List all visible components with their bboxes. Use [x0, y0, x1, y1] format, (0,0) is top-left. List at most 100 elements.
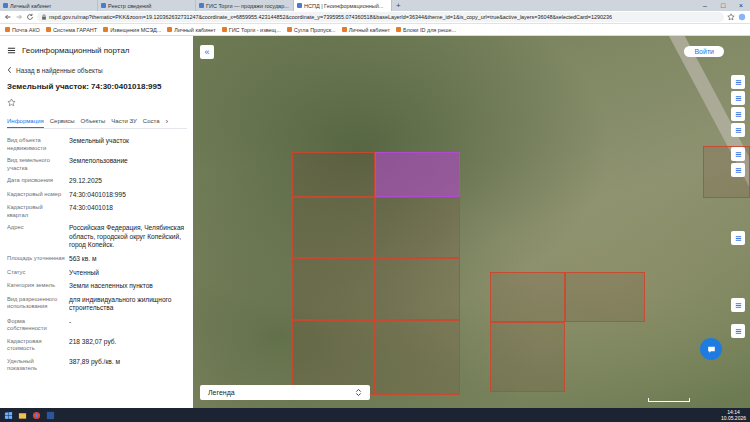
map[interactable]: « Войти Легенда: [193, 36, 750, 408]
window-control-button[interactable]: –: [696, 0, 714, 11]
land-parcel[interactable]: [490, 272, 565, 322]
bookmark-favicon-icon: [5, 27, 10, 32]
bookmark-star-icon[interactable]: [727, 13, 735, 21]
window-control-button[interactable]: □: [714, 0, 732, 11]
tabs-scroll-button[interactable]: ›: [166, 117, 169, 128]
browser-tab-label: Личный кабинет: [10, 3, 51, 9]
back-arrow-icon[interactable]: [4, 13, 12, 21]
field-row: СтатусУчтенный: [7, 269, 187, 278]
panel-tab[interactable]: Части ЗУ: [111, 116, 136, 128]
browser-tab-label: ГИС Торги — продажи государ...: [206, 3, 289, 9]
land-parcel[interactable]: [490, 322, 565, 392]
favicon-icon: [297, 3, 302, 8]
object-title: Земельный участок: 74:30:0401018:995: [7, 82, 187, 91]
land-parcel[interactable]: [292, 197, 375, 258]
browser-tab-label: Реестр сведений: [108, 3, 151, 9]
browser-tab[interactable]: Реестр сведений: [98, 0, 196, 11]
map-tool-icon: [734, 327, 743, 336]
browser-tab-label: НСПД | Геоинформационный...: [304, 3, 383, 9]
menu-icon[interactable]: [7, 46, 16, 55]
map-tool-button[interactable]: [731, 123, 745, 137]
map-tool-button[interactable]: [731, 298, 745, 312]
clock[interactable]: 14:1410.05.2026: [721, 409, 746, 421]
bookmark[interactable]: Почта АКО: [5, 27, 40, 33]
field-row: Вид земельного участка Землепользование: [7, 157, 187, 172]
field-row: Вид разрешенного использованиядля индиви…: [7, 296, 187, 313]
windows-start-icon[interactable]: [4, 411, 13, 420]
tab-bar-spacer: [405, 0, 696, 11]
forward-arrow-icon[interactable]: [15, 13, 23, 21]
taskbar: 14:1410.05.2026: [0, 408, 750, 422]
field-label: Кадастровый номер: [7, 191, 65, 200]
field-row: АдресРоссийская Федерация, Челябинская о…: [7, 224, 187, 250]
legend-panel[interactable]: Легенда: [200, 385, 370, 400]
field-row: Кадастровый номер74:30:0401018:995: [7, 191, 187, 200]
bookmark-favicon-icon: [46, 27, 51, 32]
favorite-star-icon[interactable]: [7, 98, 16, 107]
bookmark[interactable]: Сугла Пропуск...: [287, 27, 336, 33]
panel-tab[interactable]: Объекты: [81, 116, 106, 128]
bookmark[interactable]: Система ГАРАНТ: [46, 27, 97, 33]
field-value: 387,89 руб./кв. м: [69, 358, 187, 373]
land-parcel[interactable]: [375, 320, 460, 395]
field-value: Учтенный: [69, 269, 187, 278]
bookmark-favicon-icon: [342, 27, 347, 32]
panel-tab[interactable]: Соста: [143, 116, 160, 128]
profile-icon[interactable]: [738, 13, 746, 21]
field-value: Землепользование: [69, 157, 187, 172]
browser-tab[interactable]: НСПД | Геоинформационный...: [294, 0, 392, 11]
chat-button[interactable]: [700, 338, 722, 360]
map-tool-button[interactable]: [731, 324, 745, 338]
bookmark[interactable]: Блоки ID для реше...: [396, 27, 456, 33]
field-value: Земли населенных пунктов: [69, 282, 187, 291]
back-link[interactable]: Назад в найденные объекты: [7, 66, 187, 74]
chrome-icon[interactable]: [32, 411, 41, 420]
bookmark[interactable]: ГИС Торги - извещ...: [222, 27, 281, 33]
explorer-icon[interactable]: [18, 411, 27, 420]
land-parcel[interactable]: [292, 152, 375, 197]
field-row: Дата присвоения 29.12.2025: [7, 177, 187, 186]
land-parcel[interactable]: [375, 197, 460, 258]
browser-tab[interactable]: Личный кабинет: [0, 0, 98, 11]
map-tool-icon: [734, 94, 743, 103]
land-parcel[interactable]: [292, 258, 375, 320]
map-tool-button[interactable]: [731, 91, 745, 105]
field-label: Кадастровый квартал: [7, 204, 65, 219]
map-tool-button[interactable]: [731, 147, 745, 161]
field-value: 29.12.2025: [69, 177, 187, 186]
legend-label: Легенда: [208, 389, 235, 396]
address-field[interactable]: nspd.gov.ru/map?thematic=PKK&zoom=19.120…: [37, 12, 724, 22]
land-parcel[interactable]: [375, 258, 460, 320]
field-value: 218 382,07 руб.: [69, 338, 187, 353]
browser-tab[interactable]: ГИС Торги — продажи государ...: [196, 0, 294, 11]
map-tool-button[interactable]: [731, 163, 745, 177]
reload-icon[interactable]: [26, 13, 34, 21]
land-parcel[interactable]: [292, 320, 375, 395]
new-tab-button[interactable]: +: [392, 0, 405, 11]
field-label: Удельный показатель: [7, 358, 65, 373]
land-parcel[interactable]: [565, 272, 645, 322]
bookmark-favicon-icon: [222, 27, 227, 32]
word-icon[interactable]: [46, 411, 55, 420]
panel-tab[interactable]: Сервисы: [50, 116, 75, 128]
lock-icon: [41, 14, 47, 20]
field-label: Вид земельного участка: [7, 157, 65, 172]
map-tool-icon: [734, 234, 743, 243]
bookmark[interactable]: Личный кабинет: [167, 27, 215, 33]
map-tool-button[interactable]: [731, 231, 745, 245]
login-button[interactable]: Войти: [684, 46, 724, 57]
bookmark[interactable]: Личный кабинет: [342, 27, 390, 33]
map-tool-icon: [734, 150, 743, 159]
bookmark[interactable]: Извещения МСЭД...: [103, 27, 161, 33]
map-tool-button[interactable]: [731, 75, 745, 89]
bookmark-label: Система ГАРАНТ: [53, 27, 97, 33]
collapse-panel-button[interactable]: «: [200, 45, 214, 59]
map-tool-button[interactable]: [731, 107, 745, 121]
satellite-image: [193, 36, 750, 408]
expand-collapse-icon: [355, 388, 362, 397]
land-parcel[interactable]: [375, 152, 460, 197]
panel-tab[interactable]: Информация: [7, 116, 44, 128]
field-label: Дата присвоения: [7, 177, 65, 186]
portal-title: Геоинформационный портал: [22, 46, 130, 55]
window-control-button[interactable]: ×: [732, 0, 750, 11]
